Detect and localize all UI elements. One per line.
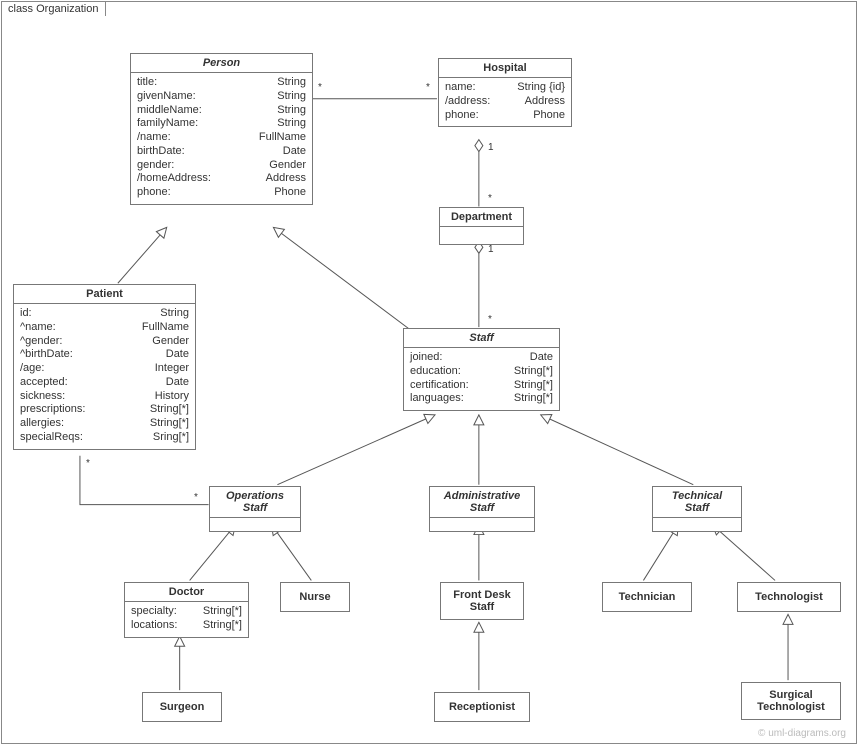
class-attrs: specialty:String[*] locations:String[*] <box>125 602 248 637</box>
mult-dept-staff-star: * <box>488 314 492 325</box>
class-title: Administrative Staff <box>430 487 534 518</box>
class-administrative-staff: Administrative Staff <box>429 486 535 532</box>
class-title: Operations Staff <box>210 487 300 518</box>
class-title: Nurse <box>281 583 349 611</box>
class-title: Surgeon <box>143 693 221 721</box>
uml-frame: class Organization <box>1 1 857 744</box>
copyright-text: © uml-diagrams.org <box>758 728 846 739</box>
class-surgical-technologist: Surgical Technologist <box>741 682 841 720</box>
mult-dept-staff-1: 1 <box>488 244 494 255</box>
class-surgeon: Surgeon <box>142 692 222 722</box>
class-doctor: Doctor specialty:String[*] locations:Str… <box>124 582 249 638</box>
class-title: Surgical Technologist <box>742 683 840 719</box>
mult-patient-ops-l: * <box>86 458 90 469</box>
class-title: Person <box>131 54 312 73</box>
class-title: Patient <box>14 285 195 304</box>
class-person: Person title:String givenName:String mid… <box>130 53 313 205</box>
class-title: Doctor <box>125 583 248 602</box>
mult-hosp-dept-star: * <box>488 193 492 204</box>
class-attrs: name:String {id} /address:Address phone:… <box>439 78 571 126</box>
class-front-desk-staff: Front Desk Staff <box>440 582 524 620</box>
class-attrs: id:String ^name:FullName ^gender:Gender … <box>14 304 195 449</box>
class-technical-staff: Technical Staff <box>652 486 742 532</box>
mult-patient-ops-r: * <box>194 492 198 503</box>
class-patient: Patient id:String ^name:FullName ^gender… <box>13 284 196 450</box>
class-title: Technician <box>603 583 691 611</box>
class-attrs: joined:Date education:String[*] certific… <box>404 348 559 410</box>
class-title: Hospital <box>439 59 571 78</box>
class-attrs: title:String givenName:String middleName… <box>131 73 312 204</box>
class-staff: Staff joined:Date education:String[*] ce… <box>403 328 560 411</box>
class-department: Department <box>439 207 524 245</box>
class-title: Technical Staff <box>653 487 741 518</box>
class-nurse: Nurse <box>280 582 350 612</box>
mult-hosp-dept-1: 1 <box>488 142 494 153</box>
mult-hospital-side: * <box>426 82 430 93</box>
class-operations-staff: Operations Staff <box>209 486 301 532</box>
class-hospital: Hospital name:String {id} /address:Addre… <box>438 58 572 127</box>
class-receptionist: Receptionist <box>434 692 530 722</box>
class-title: Department <box>440 208 523 227</box>
class-title: Staff <box>404 329 559 348</box>
mult-person-side: * <box>318 82 322 93</box>
class-title: Technologist <box>738 583 840 611</box>
frame-label: class Organization <box>1 1 106 16</box>
class-technician: Technician <box>602 582 692 612</box>
class-technologist: Technologist <box>737 582 841 612</box>
class-title: Front Desk Staff <box>441 583 523 619</box>
class-title: Receptionist <box>435 693 529 721</box>
